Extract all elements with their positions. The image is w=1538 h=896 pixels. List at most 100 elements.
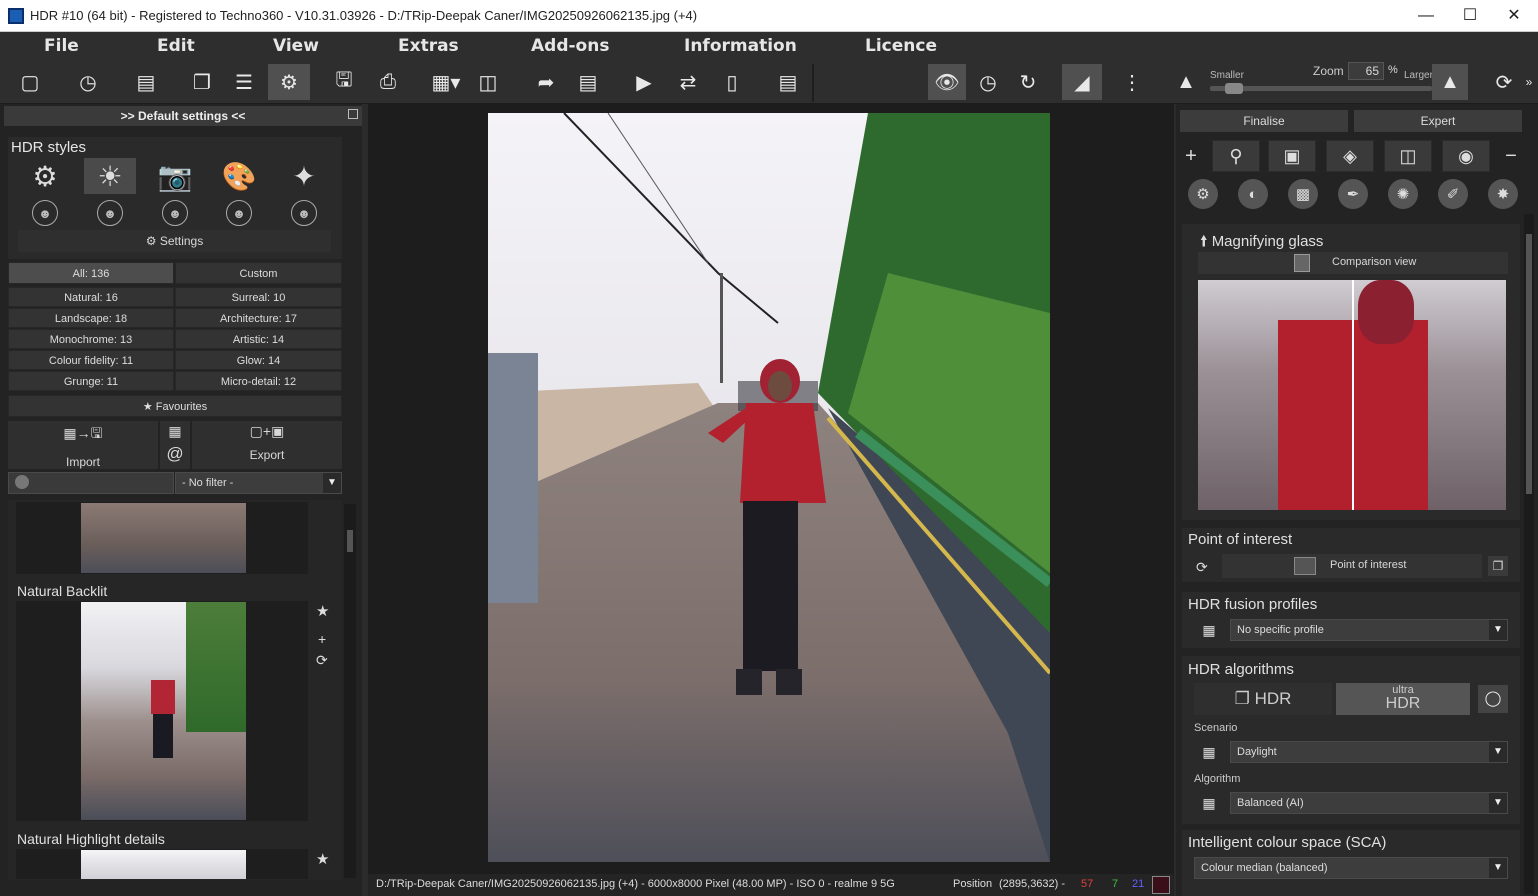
category-micro-detail[interactable]: Micro-detail: 12 [175,371,342,391]
category-glow[interactable]: Glow: 14 [175,350,342,370]
style-sparkle-icon[interactable]: ✦ [282,158,326,194]
layout-dropdown-icon[interactable]: ▦▾ [426,64,466,100]
overflow-icon[interactable]: » [1520,64,1538,100]
user-icon[interactable]: ☻ [291,200,317,226]
split-view-icon[interactable]: ◢ [1062,64,1102,100]
redo-icon[interactable]: ↻ [1010,64,1046,100]
point-of-interest-button[interactable]: Point of interest [1222,554,1482,578]
favourites-button[interactable]: ★ Favourites [8,395,342,417]
add-icon[interactable]: + [1180,140,1202,172]
reset-icon[interactable]: ⟳ [1196,559,1208,576]
minimize-button[interactable]: — [1404,4,1448,28]
comparison-view-toggle[interactable]: Comparison view [1198,252,1508,274]
main-photo[interactable] [488,113,1050,862]
menu-edit[interactable]: Edit [157,36,195,56]
new-file-icon[interactable]: ▢ [12,64,48,100]
add-icon[interactable]: + [318,631,326,647]
comparison-divider[interactable] [1352,280,1354,510]
tonemap-icon[interactable]: ⚙ [1182,178,1224,210]
menu-file[interactable]: File [44,36,79,56]
export-icon[interactable]: ➦ [528,64,564,100]
favourite-star-icon[interactable]: ★ [316,602,329,620]
history-icon[interactable]: ◷ [70,64,106,100]
import-button[interactable]: ▦→🖫 Import [8,421,158,469]
rotate-icon[interactable]: ⟳ [1486,64,1522,100]
category-monochrome[interactable]: Monochrome: 13 [8,329,174,349]
sca-select[interactable]: Colour median (balanced) ▼ [1194,857,1508,879]
fit-icon[interactable]: ⋮ [1114,64,1150,100]
batch-icon[interactable]: ❐ [184,64,220,100]
favourite-star-icon[interactable]: ★ [316,850,329,868]
zoom-in-icon[interactable]: ▲ [1432,64,1468,100]
menu-information[interactable]: Information [684,36,797,56]
settings-gear-icon[interactable]: ⚙ [268,64,310,100]
tab-custom[interactable]: Custom [175,262,342,284]
lightbulb-icon[interactable]: ◯ [1478,685,1508,713]
category-colour-fidelity[interactable]: Colour fidelity: 11 [8,350,174,370]
category-architecture[interactable]: Architecture: 17 [175,308,342,328]
layers-icon[interactable]: ◈ [1326,140,1374,172]
user-icon[interactable]: ☻ [162,200,188,226]
aperture-icon[interactable]: ✸ [1482,178,1524,210]
tab-all[interactable]: All: 136 [8,262,174,284]
histogram-icon[interactable]: ▤ [770,64,806,100]
style-camera-icon[interactable]: 📷 [153,158,197,194]
transform-icon[interactable]: ◫ [1384,140,1432,172]
search-input[interactable] [8,472,174,494]
scenario-select[interactable]: Daylight ▼ [1230,741,1508,763]
user-icon[interactable]: ☻ [97,200,123,226]
color-wheel-icon[interactable]: ◉ [1442,140,1490,172]
undock-icon[interactable] [348,109,358,119]
adjust-icon[interactable]: ☰ [226,64,262,100]
user-icon[interactable]: ☻ [32,200,58,226]
copy-icon[interactable]: ❐ [1488,556,1508,576]
save-icon[interactable]: 🖫 [326,64,362,100]
tab-finalise[interactable]: Finalise [1180,110,1348,132]
refresh-icon[interactable]: ⟳ [316,652,328,669]
category-natural[interactable]: Natural: 16 [8,287,174,307]
filmstrip-icon[interactable]: ▤ [570,64,606,100]
category-grunge[interactable]: Grunge: 11 [8,371,174,391]
menu-licence[interactable]: Licence [865,36,937,56]
algorithm-select[interactable]: Balanced (AI) ▼ [1230,792,1508,814]
preset-header[interactable]: >> Default settings << [4,106,362,126]
magnifier-icon[interactable]: ⚲ [1212,140,1260,172]
brush-icon[interactable]: ✒ [1332,178,1374,210]
magnifier-preview[interactable] [1198,280,1506,510]
menu-addons[interactable]: Add-ons [531,36,609,56]
category-landscape[interactable]: Landscape: 18 [8,308,174,328]
style-palette-icon[interactable]: 🎨 [217,158,261,194]
print-icon[interactable]: ⎙ [370,64,406,100]
time-compare-icon[interactable]: ◷ [970,64,1006,100]
close-button[interactable]: ✕ [1492,4,1536,28]
compare-icon[interactable]: ◫ [470,64,506,100]
pen-icon[interactable]: ✐ [1432,178,1474,210]
scrollbar-thumb[interactable] [347,530,353,552]
zoom-out-icon[interactable]: ▲ [1168,64,1204,100]
menu-extras[interactable]: Extras [398,36,459,56]
scrollbar[interactable] [344,504,356,878]
zoom-slider-thumb[interactable] [1225,83,1243,94]
settings-button[interactable]: ⚙ Settings [18,230,331,252]
info-document-icon[interactable]: ▯ [714,64,750,100]
play-icon[interactable]: ▶ [626,64,662,100]
open-files-icon[interactable]: ▤ [128,64,164,100]
hue-wheel-icon[interactable]: ✺ [1382,178,1424,210]
fusion-profile-select[interactable]: No specific profile ▼ [1230,619,1508,641]
hdr-algorithm-button[interactable]: ❐ HDR [1194,683,1332,715]
minus-icon[interactable]: − [1500,140,1522,172]
right-scrollbar[interactable] [1524,214,1534,894]
tab-expert[interactable]: Expert [1354,110,1522,132]
preview-item[interactable] [16,502,308,574]
zoom-input[interactable]: 65 [1348,62,1384,80]
filter-select[interactable]: - No filter - ▼ [175,472,342,494]
email-button[interactable]: ▦ @ [160,421,190,469]
export-button[interactable]: ▢+▣ Export [192,421,342,469]
style-brightness-icon[interactable]: ☀ [84,158,136,194]
category-artistic[interactable]: Artistic: 14 [175,329,342,349]
style-gears-icon[interactable]: ⚙ [23,158,67,194]
preview-item[interactable] [16,849,308,879]
maximize-button[interactable]: ☐ [1448,4,1492,28]
ultra-hdr-algorithm-button[interactable]: ultra HDR [1336,683,1470,715]
user-icon[interactable]: ☻ [226,200,252,226]
